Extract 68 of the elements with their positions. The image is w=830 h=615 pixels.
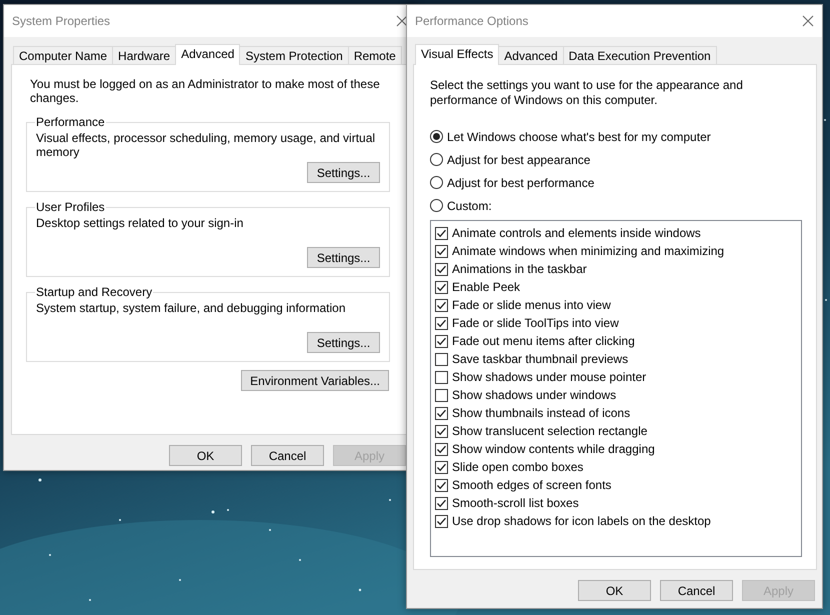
checkbox[interactable] <box>435 514 448 528</box>
tab[interactable]: Remote <box>348 46 402 64</box>
dialog-button[interactable]: OK <box>169 445 242 466</box>
settings-button[interactable]: Settings... <box>307 332 380 353</box>
checkbox-label[interactable]: Fade or slide menus into view <box>452 298 611 312</box>
group-description: Desktop settings related to your sign-in <box>36 216 244 230</box>
dialog-button[interactable]: Cancel <box>660 580 733 601</box>
checkbox[interactable] <box>435 226 448 240</box>
group-title: Performance <box>35 115 106 129</box>
group-description: Visual effects, processor scheduling, memory usage, and virtual memory <box>36 131 376 159</box>
group-title: Startup and Recovery <box>35 285 154 299</box>
checkbox[interactable] <box>435 424 448 438</box>
checkbox[interactable] <box>435 388 448 402</box>
checkbox[interactable] <box>435 442 448 456</box>
checkbox[interactable] <box>435 316 448 330</box>
radio-label[interactable]: Let Windows choose what's best for my computer <box>447 130 711 144</box>
dialog-button[interactable]: Cancel <box>251 445 324 466</box>
radio-label[interactable]: Custom: <box>447 198 492 212</box>
window-title: Performance Options <box>415 14 528 28</box>
intro-text: Select the settings you want to use for the appearance and performance of Windows on this computer. <box>430 78 744 108</box>
dialog-button[interactable]: OK <box>578 580 651 601</box>
checkbox-label[interactable]: Smooth-scroll list boxes <box>452 496 579 510</box>
window-title: System Properties <box>12 14 110 28</box>
checkbox[interactable] <box>435 406 448 420</box>
checkbox[interactable] <box>435 298 448 312</box>
settings-button[interactable]: Settings... <box>307 162 380 183</box>
tab[interactable]: Advanced <box>175 44 240 65</box>
radio-button[interactable] <box>430 176 443 189</box>
checkbox-label[interactable]: Animate windows when minimizing and maximizing <box>452 244 724 258</box>
checkbox-label[interactable]: Enable Peek <box>452 280 520 294</box>
tab[interactable]: System Protection <box>239 46 349 64</box>
checkbox-label[interactable]: Show translucent selection rectangle <box>452 424 648 438</box>
checkbox-label[interactable]: Save taskbar thumbnail previews <box>452 352 628 366</box>
checkbox[interactable] <box>435 496 448 510</box>
radio-label[interactable]: Adjust for best performance <box>447 176 594 190</box>
checkbox-label[interactable]: Fade out menu items after clicking <box>452 334 635 348</box>
radio-button[interactable] <box>430 130 443 143</box>
checkbox[interactable] <box>435 334 448 348</box>
checkbox[interactable] <box>435 352 448 366</box>
checkbox-label[interactable]: Show shadows under windows <box>452 388 616 402</box>
checkbox[interactable] <box>435 370 448 384</box>
checkbox-label[interactable]: Animate controls and elements inside windows <box>452 226 701 240</box>
checkbox[interactable] <box>435 280 448 294</box>
checkbox[interactable] <box>435 244 448 258</box>
group-description: System startup, system failure, and debugging information <box>36 301 346 315</box>
checkbox[interactable] <box>435 478 448 492</box>
checkbox-label[interactable]: Slide open combo boxes <box>452 460 584 474</box>
checkbox-label[interactable]: Smooth edges of screen fonts <box>452 478 612 492</box>
notice-text: You must be logged on as an Administrator to make most of these changes. <box>29 77 381 105</box>
checkbox-label[interactable]: Fade or slide ToolTips into view <box>452 316 619 330</box>
tab[interactable]: Data Execution Prevention <box>562 46 717 64</box>
checkbox-label[interactable]: Show shadows under mouse pointer <box>452 370 646 384</box>
checkbox-label[interactable]: Use drop shadows for icon labels on the desktop <box>452 514 711 528</box>
tab[interactable]: Visual Effects <box>415 44 500 65</box>
radio-button[interactable] <box>430 153 443 166</box>
radio-button[interactable] <box>430 199 443 212</box>
checkbox[interactable] <box>435 262 448 276</box>
checkbox-label[interactable]: Show window contents while dragging <box>452 442 655 456</box>
checkbox[interactable] <box>435 460 448 474</box>
checkbox-label[interactable]: Show thumbnails instead of icons <box>452 406 630 420</box>
close-icon[interactable] <box>802 15 814 27</box>
checkbox-label[interactable]: Animations in the taskbar <box>452 262 587 276</box>
settings-button[interactable]: Settings... <box>307 247 380 268</box>
radio-label[interactable]: Adjust for best appearance <box>447 152 590 166</box>
tab[interactable]: Computer Name <box>13 46 114 64</box>
close-icon[interactable] <box>396 15 408 27</box>
environment-variables-button[interactable]: Environment Variables... <box>241 370 389 391</box>
group-title: User Profiles <box>35 200 106 214</box>
